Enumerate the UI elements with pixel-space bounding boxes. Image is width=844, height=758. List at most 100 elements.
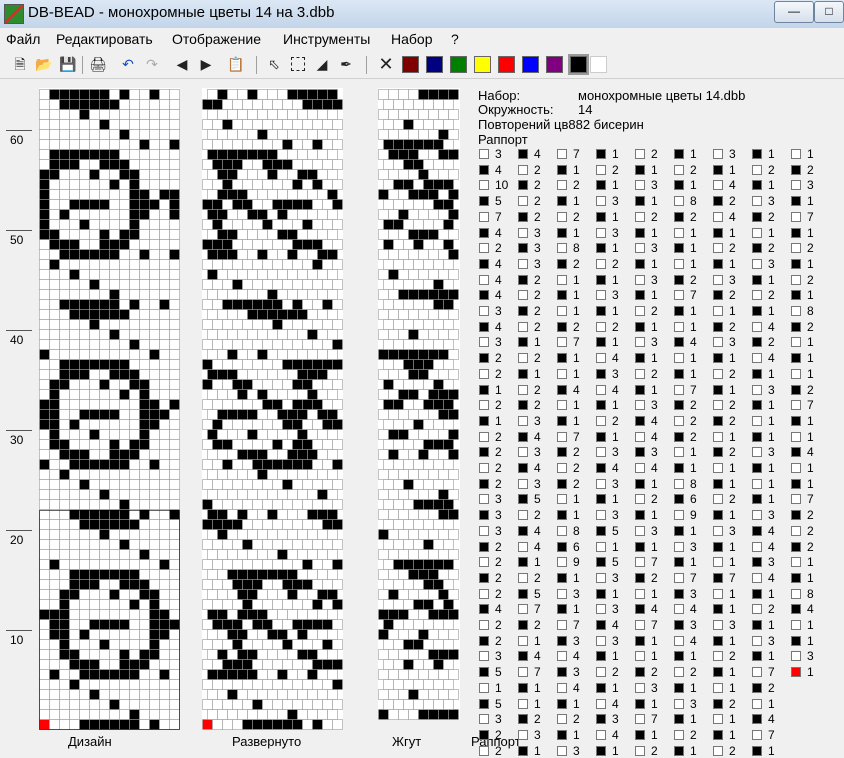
open-folder-icon[interactable]: 📂	[34, 54, 54, 74]
bead-cell	[129, 399, 140, 410]
bead-count: 7	[807, 492, 814, 507]
eraser-cross-icon[interactable]: ✕	[376, 54, 396, 74]
bead-count: 7	[495, 209, 502, 224]
bead-cell	[169, 369, 180, 380]
bead-cell	[448, 469, 459, 480]
bead-count: 1	[651, 351, 658, 366]
bead-cell	[262, 179, 273, 190]
bead-cell	[272, 99, 283, 110]
bead-cell	[282, 179, 293, 190]
pointer-icon[interactable]: ⬁	[264, 54, 284, 74]
menu-edit[interactable]: Редактировать	[56, 31, 153, 47]
menu-tools[interactable]: Инструменты	[283, 31, 370, 47]
bead-cell	[149, 169, 160, 180]
bead-cell	[423, 519, 434, 530]
menu-file[interactable]: Файл	[6, 31, 40, 47]
bead-cell	[139, 419, 150, 430]
bead-cell	[252, 559, 263, 570]
color-swatch-white[interactable]	[590, 56, 607, 73]
bead-cell	[237, 429, 248, 440]
print-icon[interactable]: 🖨	[88, 54, 108, 74]
expanded-grid[interactable]	[202, 88, 343, 730]
bead-cell	[149, 709, 160, 720]
bead-cell	[322, 139, 333, 150]
bead-cell	[109, 109, 120, 120]
bead-cell	[322, 639, 333, 650]
bead-color-box	[791, 463, 801, 473]
color-swatch-blue[interactable]	[522, 56, 539, 73]
color-swatch-black[interactable]	[570, 56, 587, 73]
bead-cell	[99, 139, 110, 150]
bead-cell	[139, 619, 150, 630]
bead-cell	[59, 249, 70, 260]
bead-cell	[159, 569, 170, 580]
bead-cell	[139, 639, 150, 650]
color-swatch-purple[interactable]	[546, 56, 563, 73]
bead-cell	[232, 439, 243, 450]
bead-cell	[242, 679, 253, 690]
bead-cell	[89, 569, 100, 580]
bead-cell	[69, 659, 80, 670]
save-icon[interactable]: 💾	[58, 54, 78, 74]
bead-cell	[332, 599, 343, 610]
bead-color-box	[479, 635, 489, 646]
bead-cell	[438, 549, 449, 560]
bead-cell	[307, 229, 318, 240]
bead-count: 1	[534, 555, 541, 570]
color-swatch-navy[interactable]	[426, 56, 443, 73]
bead-cell	[242, 719, 253, 730]
bead-cell	[109, 319, 120, 330]
bead-cell	[327, 189, 338, 200]
bead-cell	[438, 589, 449, 600]
redo-icon[interactable]: ↷	[142, 54, 162, 74]
select-rect-icon[interactable]	[288, 54, 308, 74]
minimize-button[interactable]: —	[774, 1, 814, 23]
bead-cell	[383, 459, 394, 470]
menu-view[interactable]: Отображение	[172, 31, 261, 47]
bead-cell	[287, 189, 298, 200]
bead-cell	[428, 89, 439, 100]
bead-cell	[428, 669, 439, 680]
bead-cell	[282, 699, 293, 710]
bead-cell	[227, 429, 238, 440]
bead-cell	[292, 659, 303, 670]
bead-cell	[49, 609, 60, 620]
color-swatch-maroon[interactable]	[402, 56, 419, 73]
bead-color-box	[596, 384, 606, 395]
bead-cell	[99, 379, 110, 390]
undo-icon[interactable]: ↶	[118, 54, 138, 74]
bead-cell	[49, 349, 60, 360]
bead-cell	[207, 389, 218, 400]
bead-cell	[69, 469, 80, 480]
bead-color-box	[479, 682, 489, 693]
fill-bucket-icon[interactable]: ◢	[312, 54, 332, 74]
bead-cell	[443, 519, 454, 530]
menu-help[interactable]: ?	[451, 31, 459, 47]
bead-cell	[39, 359, 50, 370]
bead-cell	[322, 479, 333, 490]
bead-count: 2	[690, 272, 697, 287]
arrow-left-icon[interactable]: ◀	[172, 54, 192, 74]
color-swatch-red[interactable]	[498, 56, 515, 73]
bead-cell	[433, 219, 444, 230]
bead-color-box	[713, 588, 723, 599]
bead-color-box	[752, 149, 762, 159]
bead-cell	[212, 359, 223, 370]
clipboard-icon[interactable]: 📋	[226, 54, 246, 74]
new-file-icon[interactable]: 🗎	[10, 54, 30, 74]
bead-cell	[267, 329, 278, 340]
bead-cell	[257, 649, 268, 660]
bead-count: 2	[495, 570, 502, 585]
maximize-button[interactable]: □	[814, 1, 844, 23]
color-swatch-yellow[interactable]	[474, 56, 491, 73]
bead-cell	[247, 329, 258, 340]
eyedropper-icon[interactable]: ✒	[336, 54, 356, 74]
menu-set[interactable]: Набор	[391, 31, 433, 47]
bead-cell	[99, 259, 110, 270]
design-grid[interactable]	[39, 88, 180, 730]
bead-cell	[292, 179, 303, 190]
bead-cell	[89, 89, 100, 100]
bead-cell	[202, 179, 213, 190]
color-swatch-green[interactable]	[450, 56, 467, 73]
arrow-right-icon[interactable]: ▶	[196, 54, 216, 74]
